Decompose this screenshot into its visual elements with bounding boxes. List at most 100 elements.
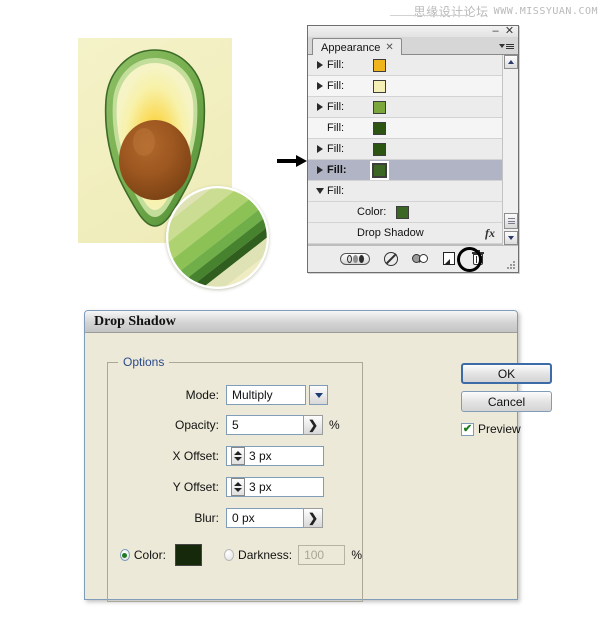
arrow-head <box>296 155 307 167</box>
highlight-circle-annotation <box>457 247 482 272</box>
drop-shadow-dialog: Drop Shadow Options Mode: Multiply Opaci… <box>84 310 552 602</box>
resize-grip-icon[interactable] <box>507 261 515 269</box>
watermark-en-text: WWW.MISSYUAN.COM <box>493 5 598 17</box>
panel-titlebar: – ✕ <box>308 26 518 37</box>
color-radio[interactable] <box>120 549 130 561</box>
fill-color-swatch[interactable] <box>373 121 386 135</box>
disclosure-triangle-right-icon[interactable] <box>314 100 325 114</box>
panel-scrollbar[interactable] <box>502 55 518 245</box>
y-offset-stepper-icon[interactable] <box>231 478 245 496</box>
tab-close-icon[interactable]: ✕ <box>385 42 393 53</box>
appearance-row-label: Fill: <box>327 101 345 113</box>
darkness-unit: % <box>351 548 362 562</box>
fill-color-swatch[interactable] <box>370 160 389 180</box>
magnifier-detail-circle <box>166 186 269 289</box>
appearance-row[interactable]: Fill: <box>308 55 502 76</box>
tab-appearance-label: Appearance <box>321 41 381 54</box>
opacity-unit: % <box>329 418 340 432</box>
arrow-shaft <box>277 159 297 163</box>
duplicate-selected-item-icon[interactable] <box>441 251 457 267</box>
minimize-icon[interactable]: – <box>490 26 501 37</box>
menu-triangle-icon <box>499 44 505 48</box>
watermark-cn-text: 思缘设计论坛 <box>413 4 489 19</box>
appearance-row[interactable]: Fill: <box>308 118 502 139</box>
close-icon[interactable]: ✕ <box>504 26 515 37</box>
field-mode: Mode: Multiply <box>108 383 362 407</box>
transparency-toggle-icon[interactable] <box>340 253 370 265</box>
appearance-row-label: Color: <box>357 206 387 218</box>
magnifier-bands <box>166 186 269 289</box>
appearance-row[interactable]: Fill: <box>308 160 502 181</box>
avocado-artwork <box>78 38 273 289</box>
opacity-popup-icon[interactable]: ❯ <box>303 415 323 435</box>
thumb-grip-icon <box>507 218 515 224</box>
preview-checkbox[interactable]: ✔ <box>461 422 474 436</box>
appearance-row-label: Fill: <box>327 143 345 155</box>
appearance-row[interactable]: Color: <box>308 202 502 223</box>
y-offset-label: Y Offset: <box>172 480 219 494</box>
fill-color-swatch[interactable] <box>373 100 386 114</box>
fill-color-swatch[interactable] <box>396 205 410 219</box>
preview-checkbox-row[interactable]: ✔ Preview <box>461 422 521 436</box>
appearance-row[interactable]: Fill: <box>308 76 502 97</box>
field-opacity: Opacity: 5 ❯ % <box>108 413 362 437</box>
scrollbar-thumb[interactable] <box>504 213 518 229</box>
mode-select[interactable]: Multiply <box>226 385 306 405</box>
panel-tab-row: Appearance ✕ <box>308 37 518 55</box>
pointer-arrow-icon <box>277 155 307 167</box>
options-legend: Options <box>118 355 170 369</box>
appearance-row[interactable]: Fill: <box>308 139 502 160</box>
fill-color-swatch[interactable] <box>373 142 386 156</box>
y-offset-input[interactable]: 3 px <box>226 477 324 497</box>
scroll-down-icon[interactable] <box>504 231 518 245</box>
x-offset-label: X Offset: <box>172 449 219 463</box>
appearance-row-label: Fill: <box>327 185 345 197</box>
dialog-titlebar: Drop Shadow <box>85 311 517 333</box>
appearance-panel: – ✕ Appearance ✕ Fill: Fill: Fill: Fill: Fil… <box>307 25 519 273</box>
y-offset-value: 3 px <box>249 480 272 494</box>
mode-label: Mode: <box>185 388 219 402</box>
shadow-color-swatch[interactable] <box>174 544 203 566</box>
opacity-input[interactable]: 5 <box>226 415 304 435</box>
disclosure-triangle-right-icon[interactable] <box>314 58 325 72</box>
ok-button[interactable]: OK <box>461 363 552 384</box>
watermark: 思缘设计论坛 WWW.MISSYUAN.COM <box>390 2 598 20</box>
blur-input[interactable]: 0 px <box>226 508 304 528</box>
darkness-label: Darkness: <box>238 548 293 562</box>
disclosure-triangle-right-icon[interactable] <box>314 79 325 93</box>
appearance-item-list[interactable]: Fill: Fill: Fill: Fill: Fill: Fill: Fill: Color… <box>308 55 502 245</box>
x-offset-value: 3 px <box>249 449 272 463</box>
fx-effect-icon[interactable]: fx <box>485 226 495 241</box>
cancel-button[interactable]: Cancel <box>461 391 552 412</box>
appearance-row[interactable]: Fill: <box>308 97 502 118</box>
chevron-down-icon[interactable] <box>309 385 328 405</box>
panel-toolbar <box>308 245 518 272</box>
x-offset-input[interactable]: 3 px <box>226 446 324 466</box>
field-y-offset: Y Offset: 3 px <box>108 475 362 499</box>
appearance-row[interactable]: Fill: <box>308 181 502 202</box>
color-label: Color: <box>133 548 166 562</box>
darkness-input: 100 <box>298 545 346 565</box>
options-group: Options Mode: Multiply Opacity: 5 ❯ % X … <box>107 355 363 602</box>
appearance-row-label: Fill: <box>327 80 345 92</box>
dialog-title: Drop Shadow <box>94 313 176 329</box>
disclosure-triangle-down-icon[interactable] <box>314 184 325 198</box>
disclosure-triangle-right-icon[interactable] <box>314 163 325 177</box>
disclosure-triangle-right-icon[interactable] <box>314 142 325 156</box>
fill-color-swatch[interactable] <box>373 58 386 72</box>
field-color-darkness: Color: Darkness: 100 % <box>108 543 362 567</box>
tab-appearance[interactable]: Appearance ✕ <box>312 38 402 55</box>
reduce-to-basic-appearance-icon[interactable] <box>412 251 428 267</box>
appearance-row[interactable]: Drop Shadow fx <box>308 223 502 244</box>
scroll-up-icon[interactable] <box>504 55 518 69</box>
field-blur: Blur: 0 px ❯ <box>108 506 362 530</box>
appearance-row-label: Drop Shadow <box>357 227 424 239</box>
x-offset-stepper-icon[interactable] <box>231 447 245 465</box>
clear-appearance-icon[interactable] <box>383 251 399 267</box>
darkness-radio[interactable] <box>224 549 235 561</box>
blur-popup-icon[interactable]: ❯ <box>303 508 323 528</box>
panel-menu-icon[interactable] <box>499 40 515 52</box>
fill-color-swatch[interactable] <box>373 79 386 93</box>
